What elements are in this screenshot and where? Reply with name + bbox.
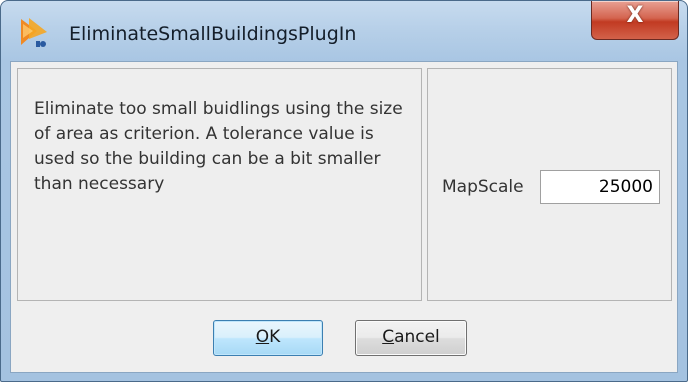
openjump-plugin-icon [21, 18, 47, 47]
cancel-button[interactable]: Cancel [355, 320, 467, 356]
cancel-label-rest: ancel [394, 327, 440, 347]
description-panel: Eliminate too small buidlings using the … [17, 68, 422, 301]
dialog-content: Eliminate too small buidlings using the … [10, 61, 678, 373]
title-bar[interactable]: EliminateSmallBuildingsPlugIn X [1, 1, 687, 61]
ok-button[interactable]: OK [213, 320, 323, 356]
close-icon: X [626, 3, 644, 28]
window-title: EliminateSmallBuildingsPlugIn [69, 23, 357, 45]
close-button[interactable]: X [591, 1, 679, 40]
ok-label-rest: K [269, 327, 281, 347]
plugin-description: Eliminate too small buidlings using the … [34, 99, 403, 194]
mapscale-input[interactable] [540, 170, 660, 204]
mapscale-label: MapScale [442, 177, 524, 197]
cancel-mnemonic: C [382, 327, 395, 347]
dialog-window: EliminateSmallBuildingsPlugIn X Eliminat… [0, 0, 688, 382]
button-bar: OK Cancel [11, 305, 677, 372]
ok-mnemonic: O [255, 327, 270, 347]
parameters-panel: MapScale [427, 68, 672, 301]
